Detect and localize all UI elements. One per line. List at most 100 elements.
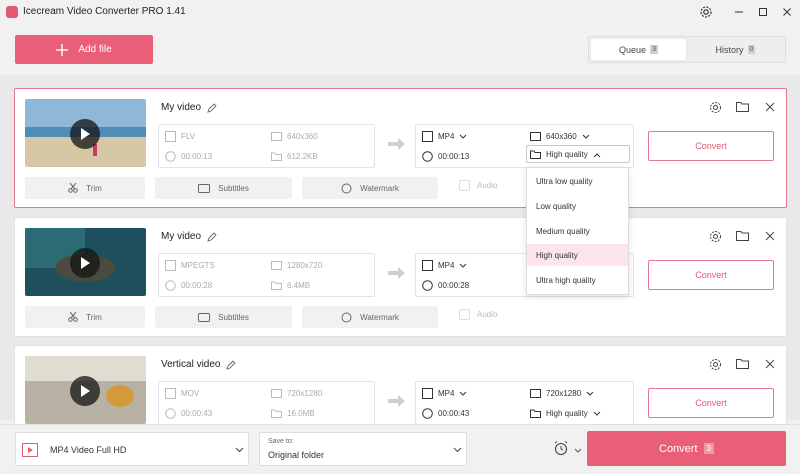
subtitles-icon	[198, 183, 211, 193]
open-folder-icon[interactable]	[735, 356, 751, 372]
convert-button[interactable]: Convert	[648, 260, 774, 290]
settings-gear-icon[interactable]	[698, 4, 714, 20]
chevron-down-icon	[235, 447, 244, 453]
subtitles-button[interactable]: Subtitles	[155, 306, 292, 328]
resolution-icon	[530, 132, 541, 141]
watermark-button[interactable]: Watermark	[302, 177, 438, 199]
chevron-down-icon	[460, 391, 467, 396]
quality-option-high[interactable]: High quality	[527, 244, 628, 266]
video-name: My video	[161, 231, 202, 242]
play-icon[interactable]	[70, 119, 100, 149]
save-to-value: Original folder	[268, 450, 325, 460]
add-file-label: Add file	[78, 44, 112, 55]
app-logo-icon	[6, 6, 18, 18]
audio-toggle[interactable]: Audio	[459, 180, 497, 191]
chevron-up-icon	[593, 152, 601, 157]
tab-queue[interactable]: Queue 3	[591, 39, 686, 60]
format-preset-label: MP4 Video Full HD	[50, 445, 127, 455]
edit-name-icon[interactable]	[207, 102, 217, 113]
film-icon	[165, 260, 176, 271]
chevron-down-icon	[593, 411, 601, 416]
output-settings: MP4 720x1280 00:00:43 High quality	[415, 381, 634, 425]
video-card: My video FLV 640x360 00:00:13 612.2KB MP…	[14, 88, 787, 208]
play-icon[interactable]	[70, 248, 100, 278]
output-format-select[interactable]: MP4	[422, 260, 467, 271]
subtitles-button[interactable]: Subtitles	[155, 177, 292, 199]
chevron-down-icon[interactable]	[574, 448, 582, 453]
alarm-clock-icon[interactable]	[553, 440, 571, 458]
clock-icon	[165, 280, 176, 291]
resolution-icon	[530, 389, 541, 398]
output-format-select[interactable]: MP4	[422, 131, 467, 142]
close-window-button[interactable]	[779, 4, 795, 20]
chevron-down-icon	[453, 447, 462, 453]
gear-icon[interactable]	[707, 356, 723, 372]
video-thumbnail[interactable]	[25, 99, 146, 167]
quality-option-low[interactable]: Low quality	[527, 195, 628, 217]
audio-checkbox	[459, 309, 470, 320]
output-resolution-select[interactable]: 720x1280	[530, 388, 594, 399]
app-title: Icecream Video Converter PRO 1.41	[23, 6, 186, 17]
maximize-button[interactable]	[755, 4, 771, 20]
save-to-caption: Save to:	[268, 438, 294, 445]
watermark-button[interactable]: Watermark	[302, 306, 438, 328]
source-info: MOV 720x1280 00:00:43 16.0MB	[158, 381, 375, 425]
trim-button[interactable]: Trim	[25, 306, 145, 328]
format-preset-select[interactable]: MP4 Video Full HD	[15, 432, 249, 466]
folder-icon	[271, 152, 282, 161]
chevron-down-icon	[460, 263, 467, 268]
quality-option-ultra-high[interactable]: Ultra high quality	[527, 269, 628, 291]
resolution-icon	[271, 132, 282, 141]
quality-option-ultra-low[interactable]: Ultra low quality	[527, 170, 628, 192]
folder-icon	[271, 409, 282, 418]
clock-icon	[422, 280, 433, 291]
output-resolution-select[interactable]: 640x360	[530, 131, 590, 142]
video-format-icon	[22, 443, 38, 457]
folder-icon	[530, 150, 541, 159]
convert-all-button[interactable]: Convert 3	[587, 431, 786, 466]
open-folder-icon[interactable]	[735, 228, 751, 244]
edit-name-icon[interactable]	[226, 359, 237, 370]
output-format-select[interactable]: MP4	[422, 388, 467, 399]
quality-select[interactable]: High quality	[530, 408, 601, 419]
folder-icon	[530, 409, 541, 418]
clock-icon	[422, 151, 433, 162]
add-file-button[interactable]: Add file	[15, 35, 153, 64]
chevron-down-icon	[460, 134, 467, 139]
save-to-select[interactable]: Save to: Original folder	[259, 432, 467, 466]
remove-icon[interactable]	[762, 99, 778, 115]
video-name: My video	[161, 102, 202, 113]
scissors-icon	[68, 312, 78, 322]
convert-button[interactable]: Convert	[648, 388, 774, 418]
trim-button[interactable]: Trim	[25, 177, 145, 199]
gear-icon[interactable]	[707, 228, 723, 244]
minimize-button[interactable]	[731, 4, 747, 20]
video-card: My video MPEGTS 1280x720 00:00:28 6.4MB …	[14, 217, 787, 337]
resolution-icon	[271, 261, 282, 270]
convert-button[interactable]: Convert	[648, 131, 774, 161]
edit-name-icon[interactable]	[207, 231, 217, 242]
audio-checkbox	[459, 180, 470, 191]
source-info: MPEGTS 1280x720 00:00:28 6.4MB	[158, 253, 375, 297]
quality-dropdown: Ultra low quality Low quality Medium qua…	[526, 167, 629, 295]
quality-option-medium[interactable]: Medium quality	[527, 220, 628, 242]
chevron-down-icon	[586, 391, 594, 396]
queue-history-tabs: Queue 3 History 0	[588, 36, 786, 63]
video-name: Vertical video	[161, 359, 221, 370]
clock-icon	[422, 408, 433, 419]
folder-icon	[271, 281, 282, 290]
quality-select[interactable]: High quality	[526, 145, 630, 163]
video-thumbnail[interactable]	[25, 228, 146, 296]
chevron-down-icon	[582, 134, 590, 139]
remove-icon[interactable]	[762, 356, 778, 372]
arrow-right-icon	[388, 138, 405, 150]
tab-history[interactable]: History 0	[688, 39, 783, 60]
video-thumbnail[interactable]	[25, 356, 146, 424]
gear-icon[interactable]	[707, 99, 723, 115]
audio-toggle[interactable]: Audio	[459, 309, 497, 320]
clock-icon	[165, 408, 176, 419]
play-icon[interactable]	[70, 376, 100, 406]
open-folder-icon[interactable]	[735, 99, 751, 115]
scissors-icon	[68, 183, 78, 193]
remove-icon[interactable]	[762, 228, 778, 244]
